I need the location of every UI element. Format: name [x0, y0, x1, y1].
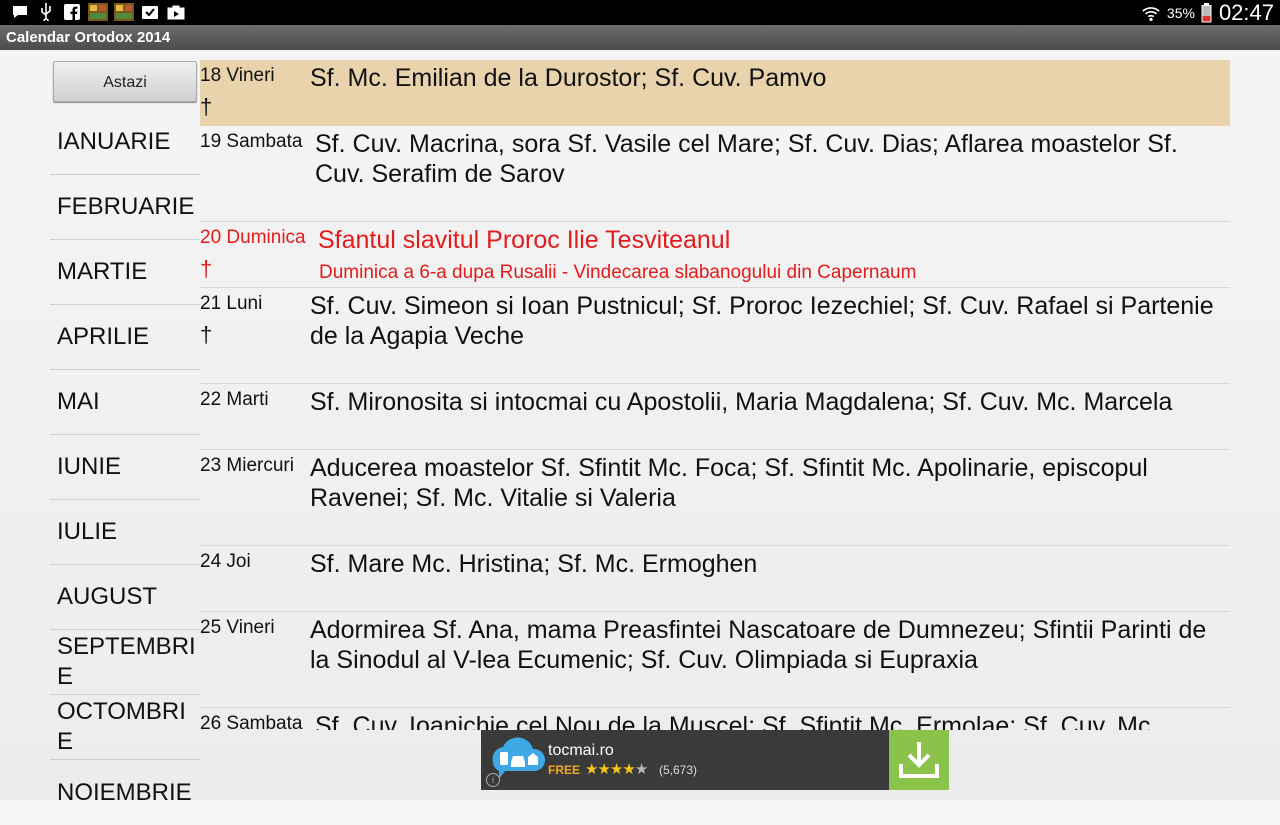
day-row[interactable]: 25 Vineri Adormirea Sf. Ana, mama Preasfi… — [200, 612, 1230, 708]
month-item[interactable]: NOIEMBRIE — [50, 760, 200, 825]
saints-text: Aducerea moastelor Sf. Sfintit Mc. Foca;… — [310, 454, 1148, 512]
month-item[interactable]: SEPTEMBRIE — [50, 630, 200, 695]
action-bar: Calendar Ortodox 2014 — [0, 25, 1280, 50]
month-item[interactable]: IUNIE — [50, 435, 200, 500]
battery-percent: 35% — [1166, 4, 1195, 21]
month-item[interactable]: OCTOMBRIE — [50, 695, 200, 760]
facebook-icon — [62, 3, 82, 21]
feast-cross-icon: † — [200, 94, 213, 119]
day-list[interactable]: 18 Vineri † Sf. Mc. Emilian de la Durostor… — [200, 60, 1230, 730]
ad-rating-count: (5,673) — [659, 763, 698, 777]
clock: 02:47 — [1218, 0, 1274, 25]
day-row[interactable]: 23 Miercuri Aducerea moastelor Sf. Sfinti… — [200, 450, 1230, 546]
saints-text: Sf. Mare Mc. Hristina; Sf. Mc. Ermoghen — [310, 550, 758, 578]
usb-icon — [36, 3, 56, 21]
month-item[interactable]: FEBRUARIE — [50, 175, 200, 240]
game-notification-icon — [88, 3, 108, 21]
day-row[interactable]: 26 Sambata Sf. Cuv. Ioanichie cel Nou de … — [200, 708, 1230, 730]
ad-info-icon[interactable]: i — [486, 773, 500, 787]
star-icon: ★ — [622, 761, 635, 778]
game-notification-icon-2 — [114, 3, 134, 21]
month-item[interactable]: IANUARIE — [50, 110, 200, 175]
day-row[interactable]: 21 Luni † Sf. Cuv. Simeon si Ioan Pustnicu… — [200, 288, 1230, 384]
saints-text: Sf. Mc. Emilian de la Durostor; Sf. Cuv.… — [310, 64, 827, 92]
star-icon: ★ — [634, 761, 648, 778]
day-row[interactable]: 24 Joi Sf. Mare Mc. Hristina; Sf. Mc. Erm… — [200, 546, 1230, 612]
day-date-label: 24 Joi — [200, 551, 251, 572]
sunday-subtitle: Duminica a 6-a dupa Rusalii - Vindecarea… — [319, 262, 917, 283]
month-item[interactable]: AUGUST — [50, 565, 200, 630]
month-item[interactable]: MAI — [50, 370, 200, 435]
month-list: IANUARIE FEBRUARIE MARTIE APRILIE MAI IUNIE IU… — [50, 110, 200, 825]
day-date-label: 26 Sambata — [200, 713, 303, 730]
day-row[interactable]: 18 Vineri † Sf. Mc. Emilian de la Durostor… — [200, 60, 1230, 126]
task-done-icon — [140, 3, 160, 21]
battery-icon — [1201, 2, 1213, 22]
day-date-label: 25 Vineri — [200, 617, 275, 638]
day-date-label: 18 Vineri — [200, 65, 275, 86]
today-button[interactable]: Astazi — [53, 61, 197, 102]
saints-text: Sf. Cuv. Ioanichie cel Nou de la Muscel;… — [315, 712, 1158, 730]
saints-text: Sf. Cuv. Simeon si Ioan Pustnicul; Sf. P… — [310, 292, 1214, 350]
month-item[interactable]: APRILIE — [50, 305, 200, 370]
day-date-label: 19 Sambata — [200, 131, 303, 152]
day-date-label: 22 Marti — [200, 389, 269, 410]
ad-banner[interactable]: i tocmai.ro FREE ★★★★★ (5,673) — [481, 730, 949, 790]
ad-rating-stars: ★★★★★ — [585, 760, 648, 778]
wifi-icon — [1141, 4, 1161, 22]
ad-price: FREE — [548, 763, 581, 777]
saints-text: Sf. Mironosita si intocmai cu Apostolii,… — [310, 388, 1173, 416]
star-icon: ★ — [597, 761, 610, 778]
day-date-label: 20 Duminica — [200, 227, 306, 248]
chat-notification-icon — [10, 3, 30, 21]
day-date-label: 21 Luni — [200, 293, 263, 314]
notification-icons — [10, 3, 186, 21]
day-row[interactable]: 22 Marti Sf. Mironosita si intocmai cu Ap… — [200, 384, 1230, 450]
day-date-label: 23 Miercuri — [200, 455, 294, 476]
ad-app-name: tocmai.ro — [548, 742, 614, 759]
play-store-icon — [166, 3, 186, 21]
feast-cross-icon: † — [200, 322, 213, 347]
download-button[interactable] — [889, 730, 949, 790]
download-icon — [899, 742, 939, 778]
month-item[interactable]: MARTIE — [50, 240, 200, 305]
feast-cross-icon: † — [200, 256, 213, 281]
app-title: Calendar Ortodox 2014 — [6, 29, 171, 46]
status-bar: 35% 02:47 — [0, 0, 1280, 25]
star-icon: ★ — [585, 761, 598, 778]
month-item[interactable]: IULIE — [50, 500, 200, 565]
day-row[interactable]: 19 Sambata Sf. Cuv. Macrina, sora Sf. Vas… — [200, 126, 1230, 222]
saints-text: Adormirea Sf. Ana, mama Preasfintei Nasc… — [310, 616, 1207, 674]
day-row[interactable]: 20 Duminica † Sfantul slavitul Proroc Ilie… — [200, 222, 1230, 288]
star-icon: ★ — [609, 761, 623, 778]
saints-text: Sfantul slavitul Proroc Ilie Tesviteanul — [318, 226, 731, 254]
saints-text: Sf. Cuv. Macrina, sora Sf. Vasile cel Ma… — [315, 130, 1178, 188]
